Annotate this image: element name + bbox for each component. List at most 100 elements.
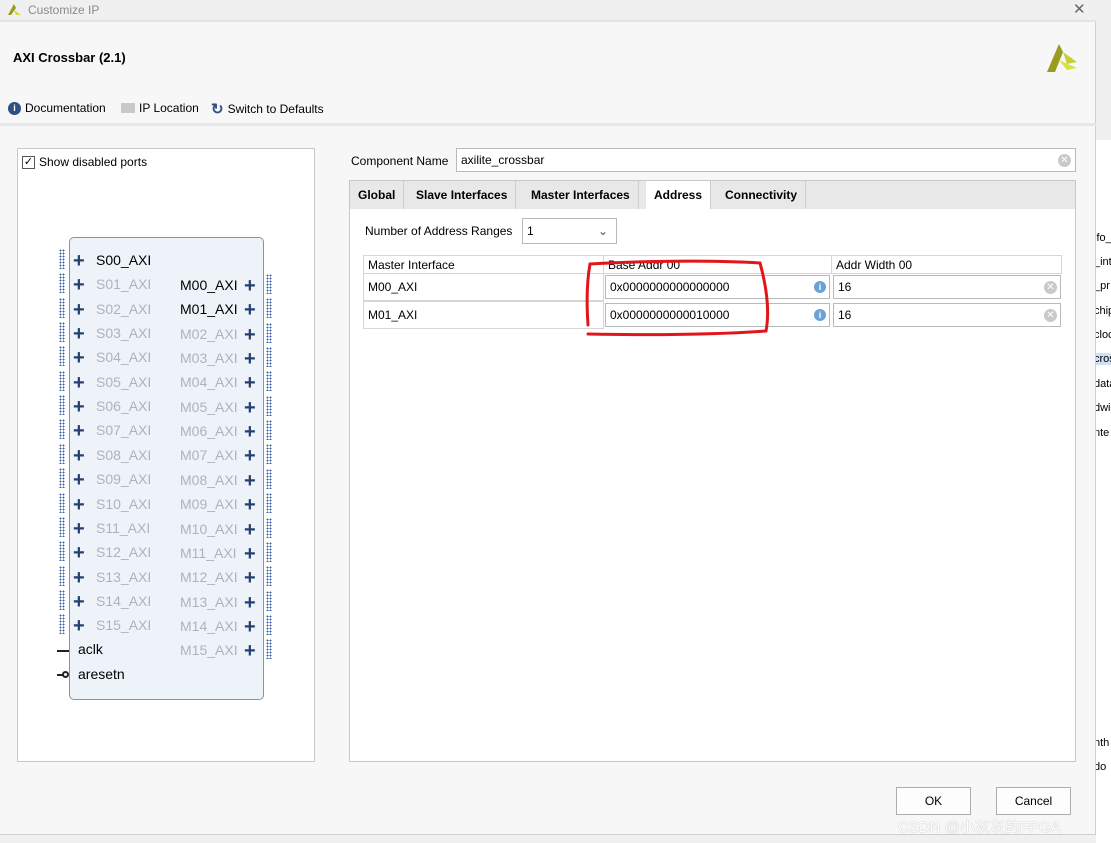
bus-pin-icon — [59, 346, 65, 367]
expand-plus-icon[interactable]: + — [73, 616, 85, 636]
bus-pin-icon — [266, 517, 272, 538]
tab-address[interactable]: Address — [646, 181, 712, 209]
expand-plus-icon[interactable]: + — [73, 421, 85, 441]
info-icon[interactable]: i — [814, 309, 826, 321]
bus-pin-icon — [59, 297, 65, 318]
watermark: CSDN @小灰灰的FPGA — [898, 819, 1061, 836]
component-name-value: axilite_crossbar — [461, 153, 545, 167]
expand-plus-icon[interactable]: + — [73, 373, 85, 393]
expand-plus-icon[interactable]: + — [73, 397, 85, 417]
slave-port: S02_AXI — [96, 300, 152, 317]
expand-plus-icon[interactable]: + — [73, 568, 85, 588]
master-port: M07_AXI — [180, 447, 238, 464]
master-port: M08_AXI — [180, 471, 238, 488]
expand-plus-icon[interactable]: + — [244, 349, 256, 369]
bus-pin-icon — [59, 565, 65, 586]
expand-plus-icon[interactable]: + — [244, 593, 256, 613]
expand-plus-icon[interactable]: + — [73, 251, 85, 271]
switch-defaults-label: Switch to Defaults — [227, 102, 324, 116]
slave-port: S11_AXI — [96, 519, 151, 536]
expand-plus-icon[interactable]: + — [244, 617, 256, 637]
component-name-label: Component Name — [351, 154, 449, 168]
background-text: _int — [1096, 256, 1111, 268]
expand-plus-icon[interactable]: + — [244, 495, 256, 515]
bus-pin-icon — [266, 371, 272, 392]
expand-plus-icon[interactable]: + — [73, 519, 85, 539]
tab-slave-interfaces[interactable]: Slave Interfaces — [408, 181, 517, 209]
expand-plus-icon[interactable]: + — [73, 300, 85, 320]
expand-plus-icon[interactable]: + — [244, 544, 256, 564]
expand-plus-icon[interactable]: + — [73, 324, 85, 344]
slave-port: S00_AXI — [96, 252, 152, 268]
slave-port: S05_AXI — [96, 373, 152, 390]
slave-port: S01_AXI — [96, 276, 152, 293]
background-text: cloc — [1096, 329, 1111, 341]
expand-plus-icon[interactable]: + — [244, 398, 256, 418]
bus-pin-icon — [266, 420, 272, 441]
expand-plus-icon[interactable]: + — [73, 470, 85, 490]
clear-icon[interactable]: ✕ — [1058, 154, 1071, 167]
info-icon[interactable]: i — [814, 281, 826, 293]
expand-plus-icon[interactable]: + — [244, 641, 256, 661]
addr-width-input[interactable]: 16 — [833, 275, 1061, 299]
slave-port: S15_AXI — [96, 617, 152, 634]
addr-width-input[interactable]: 16 — [833, 303, 1061, 327]
expand-plus-icon[interactable]: + — [73, 592, 85, 612]
expand-plus-icon[interactable]: + — [244, 446, 256, 466]
addr-width-value: 16 — [838, 280, 852, 294]
master-port: M14_AXI — [180, 617, 238, 634]
num-ranges-value: 1 — [527, 224, 534, 238]
bus-pin-icon — [266, 566, 272, 587]
expand-plus-icon[interactable]: + — [244, 325, 256, 345]
expand-plus-icon[interactable]: + — [73, 275, 85, 295]
slave-port: S13_AXI — [96, 568, 152, 585]
background-text: data — [1096, 378, 1111, 390]
bus-pin-icon — [266, 395, 272, 416]
expand-plus-icon[interactable]: + — [244, 568, 256, 588]
num-ranges-select[interactable]: 1 ⌄ — [522, 218, 617, 244]
ip-title: AXI Crossbar (2.1) — [13, 50, 126, 65]
clear-icon[interactable]: ✕ — [1044, 309, 1057, 322]
ip-location-button[interactable]: IP Location — [121, 101, 199, 115]
master-interface-cell: M01_AXI — [363, 301, 604, 329]
refresh-icon: ↻ — [211, 101, 224, 118]
expand-plus-icon[interactable]: + — [244, 422, 256, 442]
bus-pin-icon — [59, 468, 65, 489]
expand-plus-icon[interactable]: + — [244, 300, 256, 320]
close-button[interactable]: ✕ — [1073, 0, 1086, 18]
expand-plus-icon[interactable]: + — [244, 471, 256, 491]
background-text: _pr — [1096, 280, 1110, 292]
xilinx-logo-icon — [1047, 44, 1077, 72]
slave-port: S03_AXI — [96, 325, 152, 342]
bus-pin-icon — [266, 298, 272, 319]
master-port: M02_AXI — [180, 325, 238, 342]
expand-plus-icon[interactable]: + — [73, 543, 85, 563]
bus-pin-icon — [59, 541, 65, 562]
expand-plus-icon[interactable]: + — [73, 446, 85, 466]
bus-pin-icon — [59, 370, 65, 391]
show-disabled-ports-checkbox[interactable]: ✓ Show disabled ports — [22, 155, 147, 169]
documentation-button[interactable]: i Documentation — [8, 101, 106, 115]
master-port: M05_AXI — [180, 398, 238, 415]
expand-plus-icon[interactable]: + — [73, 495, 85, 515]
expand-plus-icon[interactable]: + — [244, 520, 256, 540]
bus-pin-icon — [266, 541, 272, 562]
component-name-input[interactable]: axilite_crossbar — [456, 148, 1076, 172]
tab-master-interfaces[interactable]: Master Interfaces — [523, 181, 639, 209]
expand-plus-icon[interactable]: + — [244, 276, 256, 296]
switch-defaults-button[interactable]: ↻ Switch to Defaults — [211, 100, 324, 118]
expand-plus-icon[interactable]: + — [73, 348, 85, 368]
cancel-button[interactable]: Cancel — [996, 787, 1071, 815]
expand-plus-icon[interactable]: + — [244, 373, 256, 393]
port-aresetn: aresetn — [78, 666, 125, 682]
slave-port: S06_AXI — [96, 398, 152, 415]
tab-connectivity[interactable]: Connectivity — [717, 181, 807, 209]
slave-port: S07_AXI — [96, 422, 152, 439]
clear-icon[interactable]: ✕ — [1044, 281, 1057, 294]
bus-pin-icon — [266, 347, 272, 368]
ok-button[interactable]: OK — [896, 787, 971, 815]
tab-bar: Global Slave Interfaces Master Interface… — [350, 181, 1075, 209]
tab-global[interactable]: Global — [350, 181, 405, 209]
background-text: dwi — [1096, 402, 1111, 414]
documentation-label: Documentation — [25, 101, 106, 115]
